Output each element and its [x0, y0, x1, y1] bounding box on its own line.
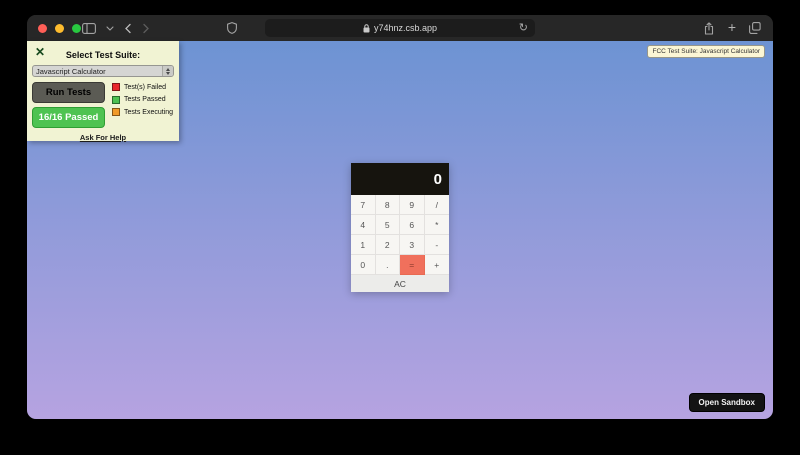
calc-key-add[interactable]: + — [424, 255, 449, 275]
share-icon[interactable] — [703, 21, 715, 35]
window-controls — [38, 24, 81, 33]
legend-label: Test(s) Failed — [124, 83, 167, 91]
back-icon[interactable] — [124, 23, 132, 34]
run-tests-button[interactable]: Run Tests — [32, 82, 105, 103]
toolbar-actions: + — [703, 15, 761, 41]
calc-key-decimal[interactable]: . — [375, 255, 400, 275]
calculator-display: 0 — [351, 163, 449, 195]
calc-key-subtract[interactable]: - — [424, 235, 449, 255]
close-window-button[interactable] — [38, 24, 47, 33]
forward-icon[interactable] — [142, 23, 150, 34]
calc-key-4[interactable]: 4 — [351, 215, 376, 235]
calc-key-6[interactable]: 6 — [400, 215, 425, 235]
panel-body: Run Tests 16/16 Passed Test(s) Failed Te… — [27, 82, 179, 128]
select-arrows-icon — [162, 66, 173, 76]
calc-key-1[interactable]: 1 — [351, 235, 376, 255]
open-sandbox-button[interactable]: Open Sandbox — [688, 393, 765, 412]
legend-label: Tests Passed — [124, 96, 166, 103]
screen: { "page": { "outer_background": "#000000… — [0, 0, 800, 455]
minimize-window-button[interactable] — [55, 24, 64, 33]
calc-key-9[interactable]: 9 — [400, 195, 425, 215]
calc-key-divide[interactable]: / — [424, 195, 449, 215]
zoom-window-button[interactable] — [72, 24, 81, 33]
selected-suite-value: Javascript Calculator — [36, 66, 106, 76]
tests-passed-button[interactable]: 16/16 Passed — [32, 107, 105, 128]
legend-item-failed: Test(s) Failed — [112, 83, 173, 91]
calc-key-2[interactable]: 2 — [375, 235, 400, 255]
nav-controls — [82, 15, 150, 41]
fcc-test-panel: ✕ Select Test Suite: Javascript Calculat… — [27, 41, 179, 142]
calc-key-0[interactable]: 0 — [351, 255, 376, 275]
calculator: 0 7 8 9 / 4 5 6 * 1 2 3 - 0 . = + AC — [351, 163, 449, 292]
test-suite-select[interactable]: Javascript Calculator — [32, 65, 174, 77]
ask-for-help-link[interactable]: Ask For Help — [27, 133, 179, 142]
url-text: y74hnz.csb.app — [373, 23, 438, 33]
tab-overview-icon[interactable] — [749, 22, 761, 34]
privacy-shield-icon[interactable] — [227, 22, 237, 34]
address-bar[interactable]: y74hnz.csb.app ↻ — [265, 19, 535, 37]
select-test-suite-label: Select Test Suite: — [65, 50, 141, 60]
sidebar-icon[interactable] — [82, 22, 96, 34]
browser-toolbar: y74hnz.csb.app ↻ + — [27, 15, 773, 42]
calculator-keypad: 7 8 9 / 4 5 6 * 1 2 3 - 0 . = + — [351, 195, 449, 275]
legend-item-executing: Tests Executing — [112, 108, 173, 116]
calc-key-8[interactable]: 8 — [375, 195, 400, 215]
calc-key-3[interactable]: 3 — [400, 235, 425, 255]
legend-label: Tests Executing — [124, 108, 174, 116]
test-status-legend: Test(s) Failed Tests Passed Tests Execut… — [112, 82, 173, 128]
passed-swatch — [112, 95, 120, 104]
reload-icon[interactable]: ↻ — [519, 20, 528, 36]
calc-key-equals[interactable]: = — [400, 255, 425, 275]
fcc-suite-badge: FCC Test Suite: Javascript Calculator — [647, 45, 765, 58]
failed-swatch — [112, 83, 120, 91]
close-icon[interactable]: ✕ — [35, 45, 45, 59]
new-tab-icon[interactable]: + — [728, 20, 736, 34]
lock-icon — [363, 23, 370, 33]
executing-swatch — [112, 108, 120, 116]
chevron-down-icon[interactable] — [106, 25, 114, 31]
calc-key-7[interactable]: 7 — [351, 195, 376, 215]
calc-key-clear[interactable]: AC — [351, 275, 449, 292]
legend-item-passed: Tests Passed — [112, 95, 173, 104]
calc-key-5[interactable]: 5 — [375, 215, 400, 235]
browser-viewport: ✕ Select Test Suite: Javascript Calculat… — [27, 41, 773, 419]
browser-window: y74hnz.csb.app ↻ + ✕ Select Test Suite: … — [27, 15, 773, 419]
calc-key-multiply[interactable]: * — [424, 215, 449, 235]
